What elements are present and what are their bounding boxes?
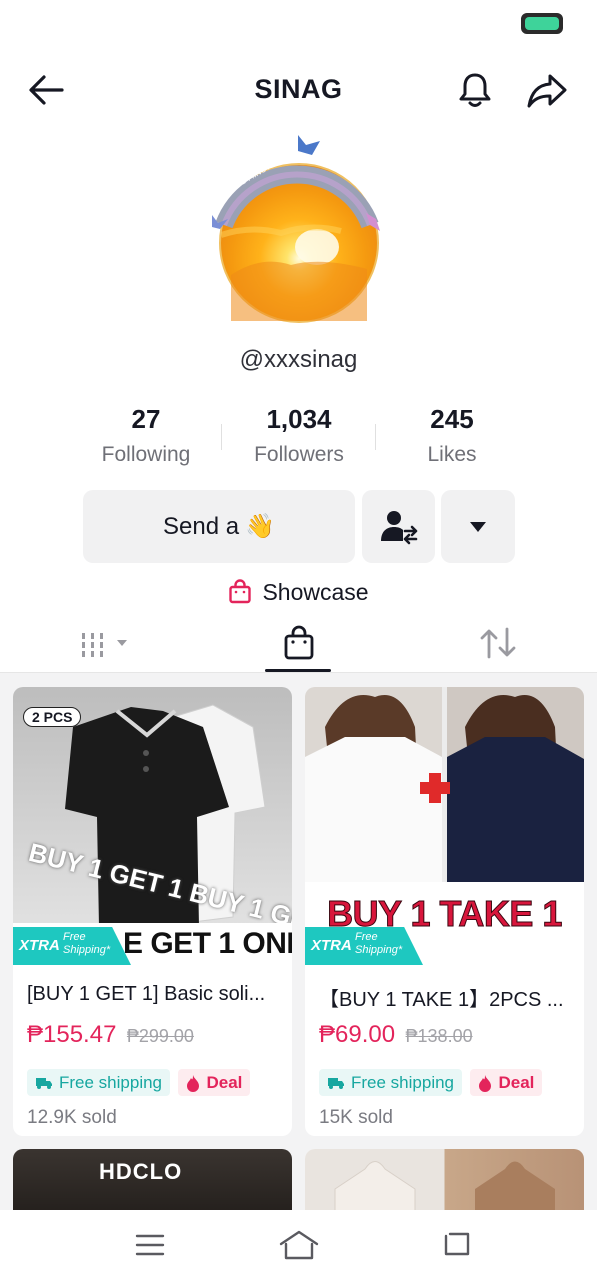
grid-icon[interactable] — [80, 623, 130, 663]
home-icon[interactable] — [278, 1228, 320, 1262]
active-tab-indicator — [265, 669, 331, 672]
repost-icon[interactable] — [479, 623, 517, 663]
sold-count: 15K sold — [319, 1107, 393, 1128]
bell-icon[interactable] — [455, 70, 495, 110]
showcase-label: Showcase — [262, 578, 369, 605]
wave-emoji: 👋 — [245, 513, 275, 540]
free-shipping-tag: Free shipping — [319, 1069, 463, 1096]
battery-icon — [521, 13, 563, 34]
send-wave-label: Send a — [163, 512, 240, 540]
sold-count: 12.9K sold — [27, 1107, 117, 1128]
product-title: 【BUY 1 TAKE 1】2PCS ... — [319, 989, 564, 1011]
profile-actions: Send a 👋 — [83, 490, 515, 564]
image-badge: 2 PCS — [23, 707, 82, 727]
stat-likes-count: 245 — [430, 404, 474, 434]
product-price: ₱69.00 — [319, 1021, 396, 1048]
back-nav-icon[interactable] — [440, 1230, 472, 1260]
flame-icon — [187, 1074, 200, 1092]
stat-following[interactable]: 27 Following — [66, 404, 226, 467]
share-icon[interactable] — [525, 70, 569, 110]
profile-stats: 27 Following 1,034 Followers 245 Likes — [60, 404, 540, 474]
product-grid: 2 PCS BUY 1 GET 1 BUY 1 GET E GET 1 ONE … — [0, 673, 597, 1229]
flame-icon — [479, 1074, 492, 1092]
deal-tag: Deal — [178, 1069, 251, 1096]
stat-likes[interactable]: 245 Likes — [372, 404, 532, 467]
deal-tag: Deal — [470, 1069, 543, 1096]
friend-swap-button[interactable] — [362, 490, 435, 563]
product-old-price: ₱299.00 — [126, 1026, 194, 1046]
truck-icon — [328, 1077, 344, 1089]
product-old-price: ₱138.00 — [405, 1026, 473, 1046]
product-card[interactable]: 2 PCS BUY 1 GET 1 BUY 1 GET E GET 1 ONE … — [13, 687, 292, 1136]
brand-text: HDCLO — [99, 1159, 183, 1184]
xtra-shipping-badge: XTRA Free Shipping* — [13, 927, 131, 965]
send-wave-button[interactable]: Send a 👋 — [83, 490, 355, 563]
shopping-bag-icon — [229, 579, 252, 604]
page-title: SINAG — [254, 74, 343, 104]
content-tabs — [0, 615, 597, 673]
stat-followers-label: Followers — [254, 443, 344, 466]
banner-text: E GET 1 ONE — [123, 927, 292, 960]
stat-followers-count: 1,034 — [266, 404, 332, 434]
product-image: BUY 1 TAKE 1 XTRA Free Shipping* — [305, 687, 584, 965]
product-price: ₱155.47 — [27, 1021, 117, 1048]
stat-following-label: Following — [101, 443, 191, 466]
avatar[interactable]: 1 MINUTE+ — [202, 133, 392, 323]
stat-likes-label: Likes — [427, 443, 477, 466]
free-shipping-tag: Free shipping — [27, 1069, 171, 1096]
more-options-button[interactable] — [441, 490, 515, 563]
stat-following-count: 27 — [131, 404, 161, 434]
showcase-link[interactable]: Showcase — [0, 575, 597, 609]
friend-swap-icon — [380, 510, 417, 544]
product-image: 2 PCS BUY 1 GET 1 BUY 1 GET E GET 1 ONE … — [13, 687, 292, 965]
system-navigation-bar — [0, 1210, 597, 1280]
product-title: [BUY 1 GET 1] Basic soli... — [27, 983, 266, 1005]
xtra-shipping-badge: XTRA Free Shipping* — [305, 927, 423, 965]
menu-icon[interactable] — [135, 1232, 165, 1258]
shop-tab-icon[interactable] — [283, 623, 315, 663]
avatar-frame: 1 MINUTE+ — [212, 135, 380, 231]
profile-header: SINAG — [0, 60, 597, 120]
status-bar — [0, 0, 597, 48]
caret-down-icon — [470, 521, 486, 532]
stat-followers[interactable]: 1,034 Followers — [219, 404, 379, 467]
product-card[interactable]: BUY 1 TAKE 1 XTRA Free Shipping* 【BUY 1 … — [305, 687, 584, 1136]
username: @xxxsinag — [239, 346, 358, 373]
truck-icon — [36, 1077, 52, 1089]
